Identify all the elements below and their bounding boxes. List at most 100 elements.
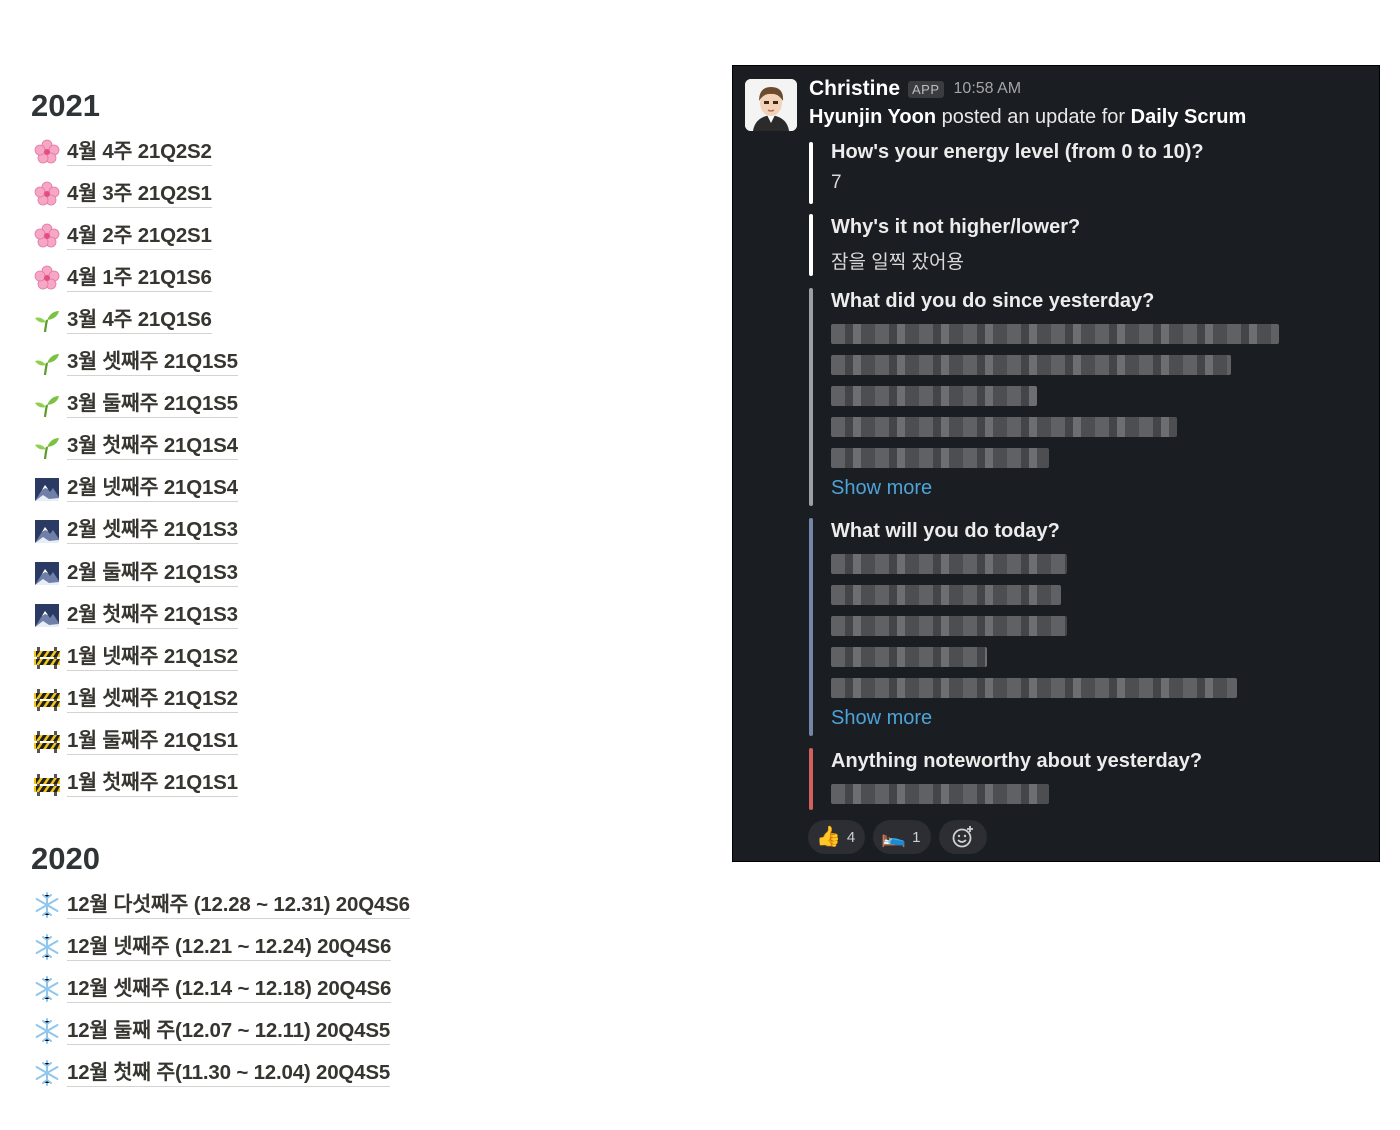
question-text: What did you do since yesterday? <box>831 290 1155 312</box>
page-link-label[interactable]: 3월 첫째주 21Q1S4 <box>67 433 238 461</box>
page-link-item[interactable]: 12월 셋째주 (12.14 ~ 12.18) 20Q4S6 <box>33 974 391 1004</box>
reaction-thumbs-up[interactable]: 👍 4 <box>808 820 866 854</box>
snow-mountain-icon <box>33 517 61 545</box>
blurred-text <box>831 417 1177 437</box>
avatar[interactable] <box>745 79 797 131</box>
construction-icon <box>33 643 61 671</box>
attachment-bar <box>809 748 813 810</box>
slack-message: Christine APP 10:58 AM Hyunjin Yoon post… <box>732 65 1380 862</box>
page-link-item[interactable]: 2월 넷째주 21Q1S4 <box>33 474 238 504</box>
reactions-bar: 👍 4 🛌 1 <box>808 820 987 854</box>
page-link-label[interactable]: 4월 3주 21Q2S1 <box>67 181 212 208</box>
section-heading-2020: 2020 <box>31 841 100 876</box>
answer-block: How's your energy level (from 0 to 10)? … <box>809 141 1289 204</box>
blurred-text <box>831 386 1037 406</box>
snow-mountain-icon <box>33 475 61 503</box>
blurred-text <box>831 647 987 667</box>
page-link-label[interactable]: 1월 첫째주 21Q1S1 <box>67 770 238 797</box>
answer-block: Why's it not higher/lower? 잠을 일찍 잤어용 <box>809 214 1289 276</box>
cherry-blossom-icon <box>33 222 61 250</box>
reaction-sleeping-bed[interactable]: 🛌 1 <box>873 820 931 854</box>
avatar-illustration-icon <box>745 79 797 131</box>
attachment-bar <box>809 288 813 506</box>
page-link-label[interactable]: 12월 둘째 주(12.07 ~ 12.11) 20Q4S5 <box>67 1018 390 1045</box>
page-link-label[interactable]: 2월 둘째주 21Q1S3 <box>67 560 238 587</box>
attachment-bar <box>809 214 813 276</box>
page-link-label[interactable]: 12월 다섯째주 (12.28 ~ 12.31) 20Q4S6 <box>67 892 410 919</box>
message-timestamp[interactable]: 10:58 AM <box>954 80 1022 98</box>
page-link-label[interactable]: 4월 1주 21Q1S6 <box>67 265 212 292</box>
page-link-item[interactable]: 4월 3주 21Q2S1 <box>33 179 212 209</box>
page-link-label[interactable]: 2월 셋째주 21Q1S3 <box>67 517 238 545</box>
cherry-blossom-icon <box>33 180 61 208</box>
page-link-label[interactable]: 1월 셋째주 21Q1S2 <box>67 686 238 713</box>
posted-line: Hyunjin Yoon posted an update for Daily … <box>809 106 1246 129</box>
standup-name[interactable]: Daily Scrum <box>1131 106 1247 128</box>
question-text: Anything noteworthy about yesterday? <box>831 750 1203 772</box>
question-text: What will you do today? <box>831 520 1060 542</box>
page-link-label[interactable]: 12월 셋째주 (12.14 ~ 12.18) 20Q4S6 <box>67 976 391 1003</box>
page-link-label[interactable]: 12월 넷째주 (12.21 ~ 12.24) 20Q4S6 <box>67 934 391 961</box>
page-link-label[interactable]: 2월 넷째주 21Q1S4 <box>67 475 238 503</box>
page-link-item[interactable]: 3월 셋째주 21Q1S5 <box>33 348 238 378</box>
page-link-item[interactable]: 3월 4주 21Q1S6 <box>33 305 212 335</box>
app-badge: APP <box>908 80 944 98</box>
show-more-link[interactable]: Show more <box>831 477 932 500</box>
cherry-blossom-icon <box>33 138 61 166</box>
poster-name[interactable]: Hyunjin Yoon <box>809 106 936 128</box>
answer-block: Anything noteworthy about yesterday? <box>809 748 1289 810</box>
posted-text: posted an update for <box>936 106 1131 128</box>
page-link-item[interactable]: 3월 첫째주 21Q1S4 <box>33 432 238 462</box>
page-link-item[interactable]: 4월 2주 21Q2S1 <box>33 221 212 251</box>
page-link-item[interactable]: 4월 4주 21Q2S2 <box>33 137 212 167</box>
attachment-bar <box>809 142 813 204</box>
page-link-label[interactable]: 3월 둘째주 21Q1S5 <box>67 391 238 419</box>
reaction-count: 4 <box>846 828 856 846</box>
page-link-label[interactable]: 12월 첫째 주(11.30 ~ 12.04) 20Q4S5 <box>67 1060 390 1087</box>
question-text: Why's it not higher/lower? <box>831 216 1081 238</box>
page-link-item[interactable]: 12월 첫째 주(11.30 ~ 12.04) 20Q4S5 <box>33 1058 390 1088</box>
answer-block: What will you do today? Show more <box>809 518 1289 736</box>
page-link-item[interactable]: 12월 넷째주 (12.21 ~ 12.24) 20Q4S6 <box>33 932 391 962</box>
page-link-item[interactable]: 12월 다섯째주 (12.28 ~ 12.31) 20Q4S6 <box>33 890 410 920</box>
page-link-item[interactable]: 1월 셋째주 21Q1S2 <box>33 684 238 714</box>
question-text: How's your energy level (from 0 to 10)? <box>831 141 1204 163</box>
add-reaction-icon <box>952 826 973 848</box>
blurred-text <box>831 784 1049 804</box>
page-link-label[interactable]: 3월 4주 21Q1S6 <box>67 307 212 334</box>
answer-text: 잠을 일찍 잤어용 <box>831 252 964 273</box>
page-link-item[interactable]: 2월 첫째주 21Q1S3 <box>33 600 238 630</box>
blurred-text <box>831 355 1231 375</box>
page-link-item[interactable]: 3월 둘째주 21Q1S5 <box>33 390 238 420</box>
page-link-item[interactable]: 12월 둘째 주(12.07 ~ 12.11) 20Q4S5 <box>33 1016 390 1046</box>
page-link-item[interactable]: 1월 둘째주 21Q1S1 <box>33 726 238 756</box>
construction-icon <box>33 727 61 755</box>
snowflake-icon <box>33 975 61 1003</box>
answer-text: 7 <box>831 172 842 193</box>
blurred-text <box>831 448 1049 468</box>
snow-mountain-icon <box>33 559 61 587</box>
page-link-item[interactable]: 2월 둘째주 21Q1S3 <box>33 558 238 588</box>
page-link-item[interactable]: 1월 넷째주 21Q1S2 <box>33 642 238 672</box>
blurred-text <box>831 585 1061 605</box>
page-link-item[interactable]: 1월 첫째주 21Q1S1 <box>33 769 238 799</box>
sender-name[interactable]: Christine <box>809 77 900 101</box>
page-link-label[interactable]: 4월 2주 21Q2S1 <box>67 223 212 250</box>
notion-page-list: 2021 4월 4주 21Q2S2 4월 3주 21Q2S1 4월 2주 21Q2S… <box>0 0 700 1130</box>
construction-icon <box>33 685 61 713</box>
snowflake-icon <box>33 1017 61 1045</box>
page-link-item[interactable]: 4월 1주 21Q1S6 <box>33 263 212 293</box>
page-link-label[interactable]: 2월 첫째주 21Q1S3 <box>67 602 238 629</box>
page-link-label[interactable]: 1월 둘째주 21Q1S1 <box>67 728 238 755</box>
page-link-item[interactable]: 2월 셋째주 21Q1S3 <box>33 516 238 546</box>
seedling-icon <box>33 306 61 334</box>
blurred-text <box>831 324 1279 344</box>
blurred-text <box>831 554 1067 574</box>
add-reaction-button[interactable] <box>938 820 987 854</box>
page-link-label[interactable]: 4월 4주 21Q2S2 <box>67 139 212 166</box>
message-header: Christine APP 10:58 AM <box>809 76 1021 102</box>
attachment-bar <box>809 518 813 736</box>
page-link-label[interactable]: 3월 셋째주 21Q1S5 <box>67 349 238 376</box>
show-more-link[interactable]: Show more <box>831 707 932 730</box>
page-link-label[interactable]: 1월 넷째주 21Q1S2 <box>67 644 238 671</box>
